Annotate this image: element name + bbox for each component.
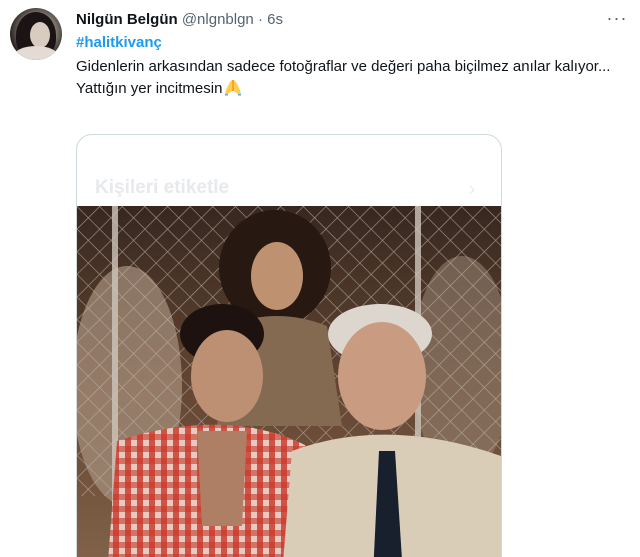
more-horizontal-icon[interactable]: ···: [600, 8, 634, 32]
avatar[interactable]: [10, 8, 62, 60]
timestamp[interactable]: 6s: [267, 11, 283, 28]
tweet-text: Gidenlerin arkasından sadece fotoğraflar…: [76, 56, 621, 103]
display-name[interactable]: Nilgün Belgün: [76, 11, 178, 28]
tweet-text-line1: Gidenlerin arkasından sadece fotoğraflar…: [76, 58, 611, 75]
photo-vignette: [77, 206, 501, 557]
folded-hands-emoji-icon: [223, 78, 243, 103]
tweet-header: Nilgün Belgün @nlgnblgn · 6s: [76, 10, 283, 30]
tag-people-label[interactable]: Kişileri etiketle: [95, 177, 229, 199]
chevron-right-icon: ›: [469, 179, 475, 199]
avatar-face: [30, 22, 50, 48]
user-handle[interactable]: @nlgnblgn: [182, 11, 254, 28]
tweet-photo[interactable]: [77, 206, 501, 557]
avatar-shoulder: [14, 46, 58, 60]
separator-dot: ·: [257, 11, 263, 28]
tweet-text-line2: Yattığın yer incitmesin: [76, 78, 621, 103]
tweet-text-line2-label: Yattığın yer incitmesin: [76, 80, 223, 97]
tweet[interactable]: Nilgün Belgün @nlgnblgn · 6s ··· #halitk…: [0, 0, 640, 557]
media-card[interactable]: Kişileri etiketle ›: [76, 134, 502, 557]
hashtag-link[interactable]: #halitkivanç: [76, 33, 162, 53]
